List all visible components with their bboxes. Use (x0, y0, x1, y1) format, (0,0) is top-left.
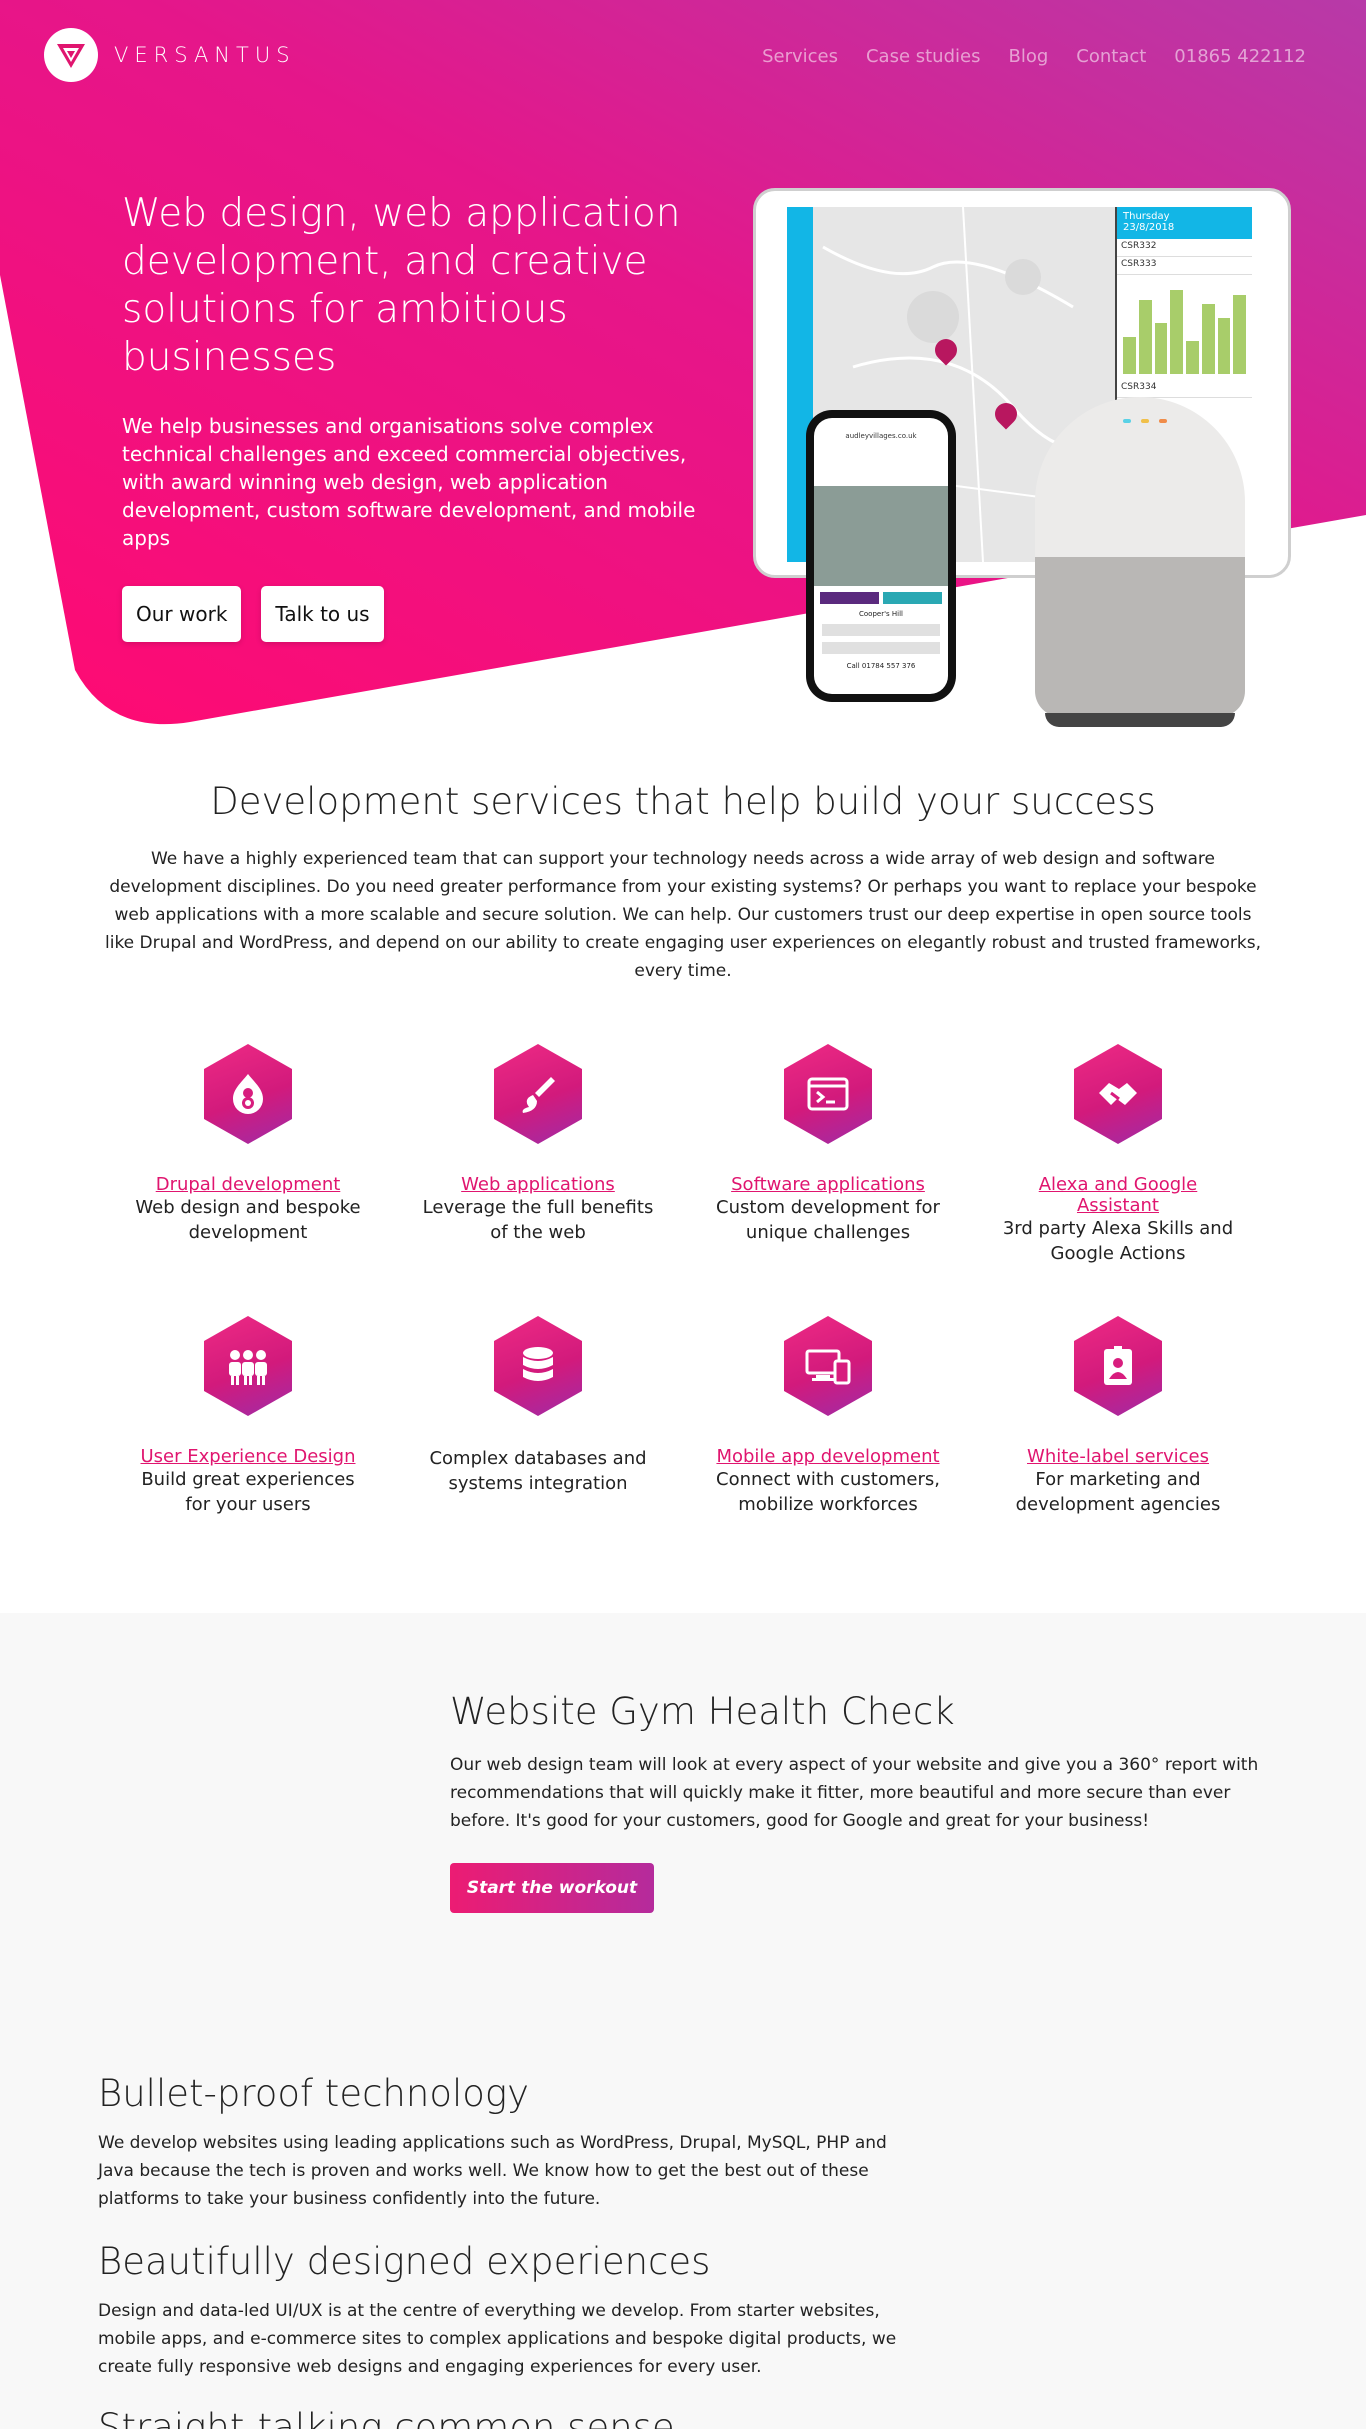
hero-content: Web design, web application development,… (122, 190, 722, 642)
service-text: Custom development for unique challenges (716, 1197, 940, 1243)
terminal-icon (784, 1044, 872, 1144)
service-card-mobile: Mobile app development Connect with cust… (708, 1316, 948, 1517)
logo[interactable]: VERSANTUS (44, 28, 296, 82)
service-link[interactable]: White-label services (998, 1446, 1238, 1467)
brand-name: VERSANTUS (114, 43, 296, 67)
service-link[interactable]: Mobile app development (708, 1446, 948, 1467)
service-link[interactable]: Alexa and Google Assistant (998, 1174, 1238, 1216)
drupal-icon (204, 1044, 292, 1144)
gym-title: Website Gym Health Check (450, 1690, 955, 1733)
panel-date: 23/8/2018 (1123, 222, 1175, 233)
service-card-white-label: White-label services For marketing and d… (998, 1316, 1238, 1517)
speaker-lights (1123, 419, 1167, 423)
service-card-databases: Complex databases and systems integratio… (418, 1316, 658, 1496)
phone: audleyvillages.co.uk Cooper's Hill Call … (806, 410, 956, 702)
panel-day: Thursday (1123, 211, 1170, 222)
id-badge-icon (1074, 1316, 1162, 1416)
panel-header: Thursday 23/8/2018 (1117, 207, 1252, 239)
service-card-alexa: Alexa and Google Assistant 3rd party Ale… (998, 1044, 1238, 1266)
database-icon (494, 1316, 582, 1416)
nav-blog[interactable]: Blog (1008, 46, 1048, 67)
devices-icon (784, 1316, 872, 1416)
feature-common-sense: Straight-talking common sense (98, 2406, 918, 2429)
services-title: Development services that help build you… (210, 780, 1156, 823)
service-card-web-applications: Web applications Leverage the full benef… (418, 1044, 658, 1245)
service-card-ux: User Experience Design Build great exper… (128, 1316, 368, 1517)
service-text: Complex databases and systems integratio… (429, 1448, 647, 1494)
services-section: Development services that help build you… (0, 780, 1366, 1515)
panel-row: CSR334 (1117, 380, 1252, 398)
service-link[interactable]: User Experience Design (128, 1446, 368, 1467)
phone-call: Call 01784 557 376 (846, 662, 916, 670)
logo-icon (44, 28, 98, 82)
service-text: Connect with customers, mobilize workfor… (716, 1469, 940, 1515)
phone-image (814, 486, 948, 586)
service-card-software: Software applications Custom development… (708, 1044, 948, 1245)
handshake-icon (1074, 1044, 1162, 1144)
nav-contact[interactable]: Contact (1076, 46, 1146, 67)
top-bar: VERSANTUS Services Case studies Blog Con… (0, 0, 1366, 118)
gym-text: Our web design team will look at every a… (450, 1755, 1259, 1831)
phone-title: Cooper's Hill (859, 610, 903, 618)
services-text: We have a highly experienced team that c… (105, 849, 1261, 981)
main-nav: Services Case studies Blog Contact 01865… (762, 46, 1306, 67)
nav-phone[interactable]: 01865 422112 (1174, 46, 1306, 67)
service-text: Leverage the full benefits of the web (422, 1197, 654, 1243)
feature-designed-experiences: Beautifully designed experiences Design … (98, 2240, 918, 2381)
brush-icon (494, 1044, 582, 1144)
service-link[interactable]: Drupal development (128, 1174, 368, 1195)
nav-services[interactable]: Services (762, 46, 838, 67)
phone-screen: audleyvillages.co.uk Cooper's Hill Call … (814, 418, 948, 694)
feature-text: We develop websites using leading applic… (98, 2133, 887, 2209)
hero-subtitle: We help businesses and organisations sol… (122, 414, 696, 550)
feature-text: Design and data-led UI/UX is at the cent… (98, 2301, 897, 2377)
panel-row: CSR333 (1117, 257, 1252, 275)
service-text: Web design and bespoke development (135, 1197, 361, 1243)
panel-row: CSR332 (1117, 239, 1252, 257)
service-link[interactable]: Web applications (418, 1174, 658, 1195)
users-icon (204, 1316, 292, 1416)
service-text: For marketing and development agencies (1015, 1469, 1221, 1515)
devices-illustration: Thursday 23/8/2018 CSR332 CSR333 CSR334 … (750, 185, 1310, 740)
phone-url: audleyvillages.co.uk (845, 432, 917, 440)
feature-title: Bullet-proof technology (98, 2072, 529, 2115)
service-link[interactable]: Software applications (708, 1174, 948, 1195)
service-text: 3rd party Alexa Skills and Google Action… (1002, 1218, 1234, 1264)
feature-title: Beautifully designed experiences (98, 2240, 711, 2283)
our-work-button[interactable]: Our work (122, 586, 242, 642)
nav-case-studies[interactable]: Case studies (866, 46, 981, 67)
service-card-drupal: Drupal development Web design and bespok… (128, 1044, 368, 1245)
feature-title: Straight-talking common sense (98, 2406, 675, 2429)
start-workout-button[interactable]: Start the workout (450, 1863, 654, 1913)
smart-speaker (1035, 397, 1245, 727)
talk-to-us-button[interactable]: Talk to us (261, 586, 384, 642)
hero-title: Web design, web application development,… (122, 191, 681, 380)
gym-section: Website Gym Health Check Our web design … (450, 1690, 1270, 1913)
service-text: Build great experiences for your users (141, 1469, 355, 1515)
feature-bullet-proof: Bullet-proof technology We develop websi… (98, 2072, 918, 2213)
panel-chart (1117, 275, 1252, 380)
hero-buttons: Our work Talk to us (122, 586, 722, 642)
